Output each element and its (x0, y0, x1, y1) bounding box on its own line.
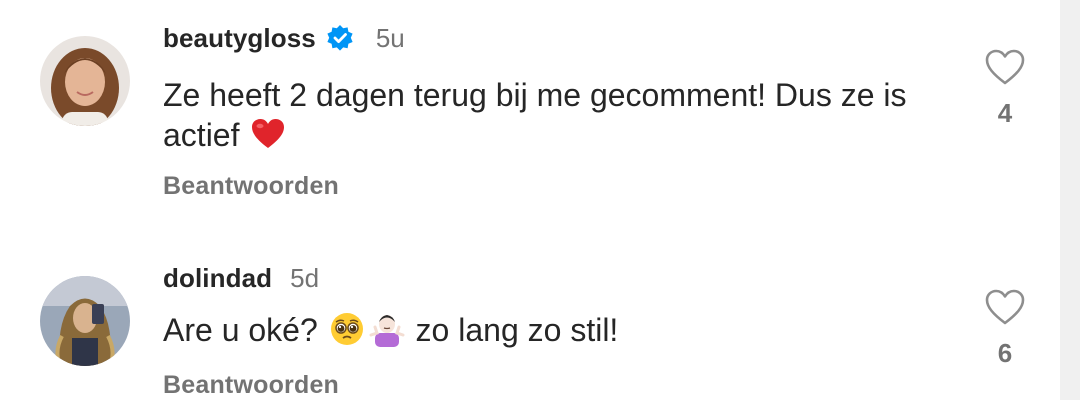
comment-time[interactable]: 5u (376, 23, 405, 54)
comment-item: beautygloss 5u Ze heeft 2 dagen terug bi… (0, 0, 1060, 230)
comment-text: Are u oké? zo lang zo stil! (163, 310, 963, 350)
person-shrugging-emoji-icon (369, 311, 405, 347)
heart-outline-icon[interactable] (982, 288, 1028, 326)
like-count: 4 (997, 98, 1013, 128)
comment-body-start: Are u oké? (163, 312, 318, 348)
verified-badge-icon (326, 24, 354, 52)
comment-item: dolindad 5d Are u oké? zo lang zo stil! … (0, 240, 1060, 400)
username[interactable]: dolindad (163, 263, 272, 294)
heart-outline-icon[interactable] (982, 48, 1028, 86)
comment-body-end: zo lang zo stil! (415, 312, 619, 348)
pleading-face-emoji-icon (329, 311, 365, 347)
avatar[interactable] (40, 36, 130, 126)
scrollbar-track[interactable] (1060, 0, 1080, 400)
comment-text: Ze heeft 2 dagen terug bij me gecomment!… (163, 75, 963, 155)
comment-header: dolindad 5d (163, 258, 319, 298)
reply-button[interactable]: Beantwoorden (163, 371, 339, 400)
avatar[interactable] (40, 276, 130, 366)
comments-screen: beautygloss 5u Ze heeft 2 dagen terug bi… (0, 0, 1080, 400)
like-count: 6 (997, 338, 1013, 368)
comment-header: beautygloss 5u (163, 18, 405, 58)
like-control: 6 (982, 288, 1028, 369)
reply-button[interactable]: Beantwoorden (163, 172, 339, 201)
red-heart-emoji-icon (250, 116, 286, 152)
comment-time[interactable]: 5d (290, 263, 319, 294)
like-control: 4 (982, 48, 1028, 129)
username[interactable]: beautygloss (163, 23, 316, 54)
